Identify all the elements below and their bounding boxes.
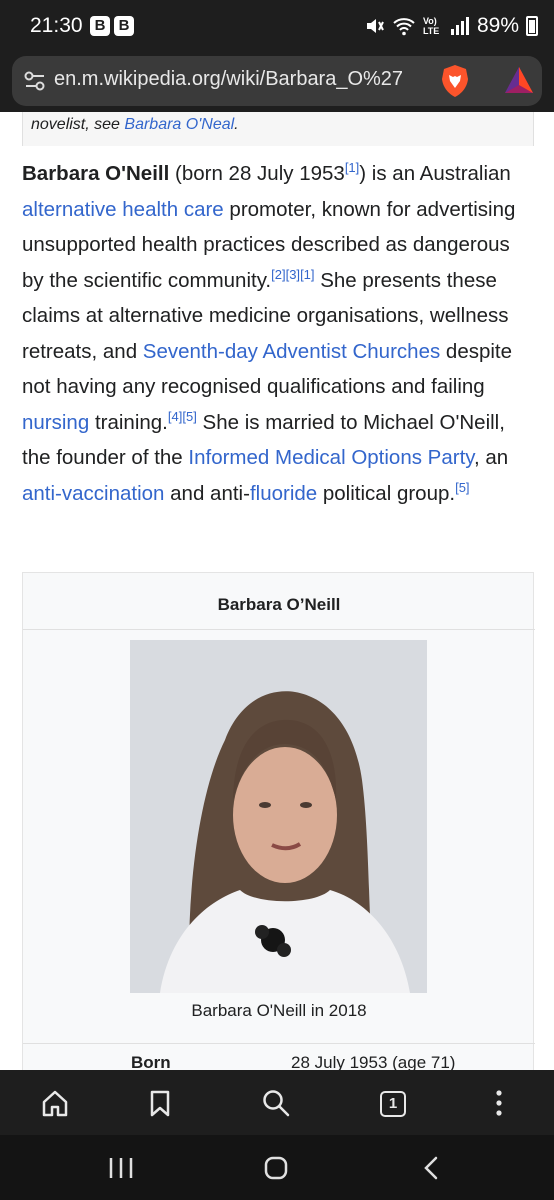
infobox-title: Barbara O’Neill: [217, 595, 341, 614]
hatnote-text: novelist, see: [31, 116, 125, 133]
mute-icon: [366, 19, 384, 33]
link-nursing[interactable]: nursing: [22, 411, 89, 434]
brave-rewards-icon[interactable]: [504, 66, 534, 94]
home-navigation-icon[interactable]: [264, 1156, 288, 1180]
notification-badges: B B: [90, 16, 134, 36]
status-bar: 21:30 B B Vo) LTE 89%: [0, 0, 554, 54]
link-informed-medical-options-party[interactable]: Informed Medical Options Party: [188, 446, 474, 469]
lead-paragraph: Barbara O'Neill (born 28 July 1953[1]) i…: [22, 156, 537, 511]
brave-shields-icon[interactable]: [440, 64, 470, 98]
recent-apps-icon[interactable]: [108, 1157, 134, 1179]
divider: [23, 629, 535, 630]
system-navigation-bar: [0, 1135, 554, 1200]
status-time: 21:30: [30, 14, 83, 37]
reference-link[interactable]: [4]: [168, 409, 182, 424]
paragraph-text: ) is an Australian: [359, 162, 511, 185]
site-settings-icon[interactable]: [24, 69, 46, 93]
reference-link[interactable]: [5]: [455, 480, 469, 495]
infobox: Barbara O’Neill Barbara O'Neill in 2018 …: [22, 572, 535, 1070]
tab-switcher-button[interactable]: 1: [380, 1091, 406, 1117]
notification-badge: B: [114, 16, 134, 36]
browser-bottom-toolbar: 1: [0, 1070, 554, 1135]
browser-top-bar: en.m.wikipedia.org/wiki/Barbara_O%27: [0, 54, 554, 112]
link-seventh-day-adventist[interactable]: Seventh-day Adventist Churches: [143, 340, 440, 363]
wifi-icon: [393, 18, 415, 36]
hatnote-link[interactable]: Barbara O'Neal: [124, 116, 234, 133]
reference-link[interactable]: [2]: [271, 267, 285, 282]
reference-link[interactable]: [1]: [300, 267, 314, 282]
more-options-icon[interactable]: [484, 1088, 514, 1118]
bookmark-icon[interactable]: [145, 1088, 175, 1118]
paragraph-text: , an: [474, 446, 509, 469]
portrait-photo[interactable]: [130, 640, 427, 993]
paragraph-text: political group.: [317, 481, 456, 505]
reference-link[interactable]: [5]: [182, 409, 196, 424]
photo-caption: Barbara O'Neill in 2018: [191, 1001, 367, 1020]
link-fluoride[interactable]: fluoride: [250, 482, 317, 505]
volte-label: Vo) LTE: [422, 16, 440, 36]
web-page-content: novelist, see Barbara O'Neal. Barbara O'…: [0, 112, 554, 1070]
link-alternative-health-care[interactable]: alternative health care: [22, 198, 224, 221]
link-anti-vaccination[interactable]: anti-vaccination: [22, 482, 164, 505]
status-indicators: Vo) LTE 89%: [363, 14, 538, 38]
battery-percent: 89%: [476, 14, 519, 37]
hatnote: novelist, see Barbara O'Neal.: [22, 112, 534, 146]
back-icon[interactable]: [422, 1156, 440, 1180]
hatnote-suffix: .: [234, 116, 239, 133]
born-value: 28 July 1953 (age 71): [291, 1053, 456, 1070]
divider: [23, 1043, 535, 1044]
signal-icon: [450, 17, 469, 35]
battery-icon: [526, 16, 538, 36]
paragraph-text: and anti-: [164, 481, 250, 505]
paragraph-text: (born 28 July 1953: [169, 162, 345, 185]
born-label: Born: [131, 1053, 171, 1070]
address-bar[interactable]: en.m.wikipedia.org/wiki/Barbara_O%27: [12, 56, 542, 106]
search-icon[interactable]: [261, 1088, 291, 1118]
reference-link[interactable]: [3]: [286, 267, 300, 282]
paragraph-text: training.: [89, 410, 168, 434]
notification-badge: B: [90, 16, 110, 36]
subject-name: Barbara O'Neill: [22, 162, 170, 185]
reference-link[interactable]: [1]: [345, 160, 359, 175]
home-icon[interactable]: [40, 1088, 70, 1118]
url-text[interactable]: en.m.wikipedia.org/wiki/Barbara_O%27: [54, 68, 429, 91]
